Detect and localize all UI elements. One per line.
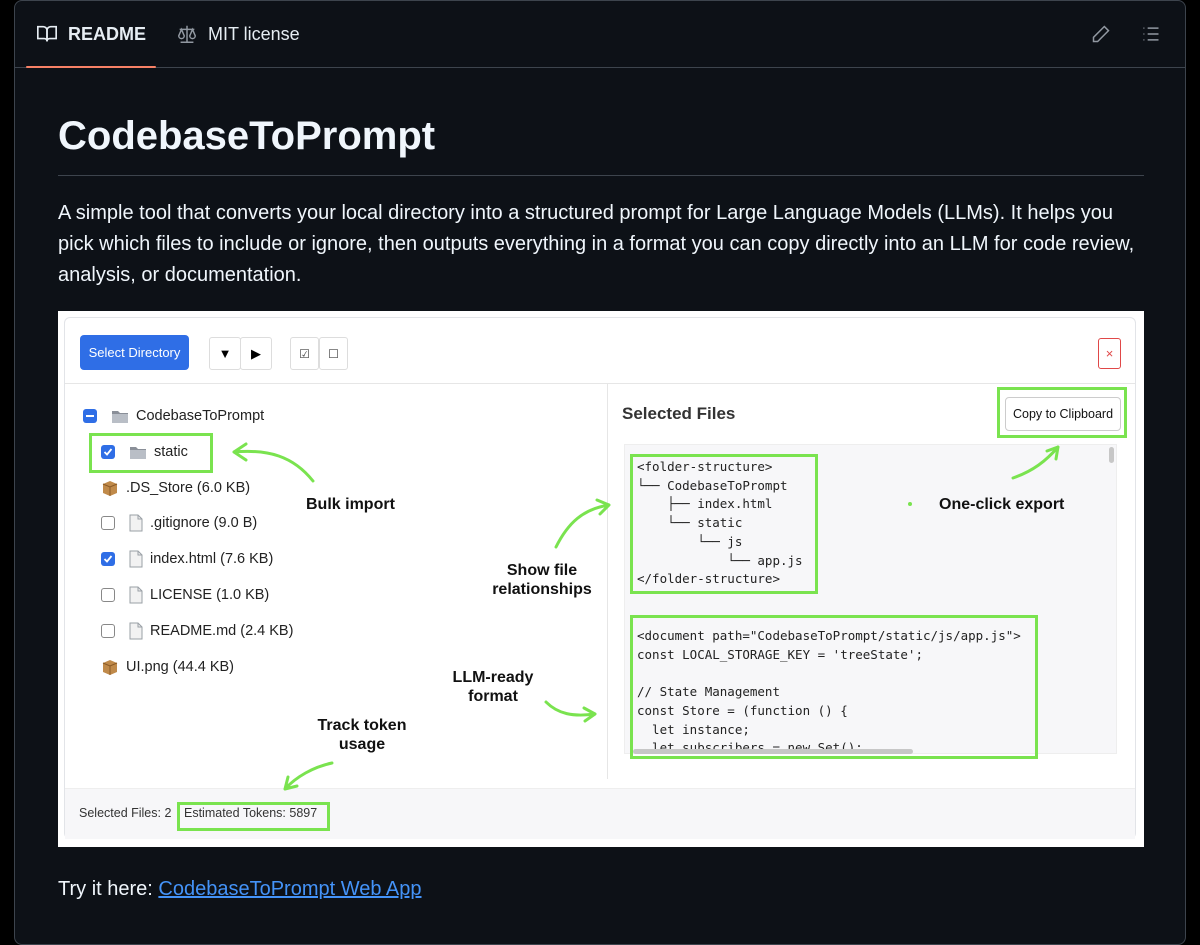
book-icon xyxy=(36,23,58,45)
tab-readme[interactable]: README xyxy=(25,1,157,68)
edit-pencil-icon[interactable] xyxy=(1090,23,1112,45)
scale-icon xyxy=(176,23,198,45)
readme-description: A simple tool that converts your local d… xyxy=(58,202,1135,286)
readme-panel: README MIT license CodebaseToPrompt A si… xyxy=(14,0,1186,945)
web-app-link[interactable]: CodebaseToPrompt Web App xyxy=(158,878,421,900)
arrow-show-file xyxy=(554,498,611,549)
readme-title: CodebaseToPrompt xyxy=(58,111,1144,176)
tab-license[interactable]: MIT license xyxy=(176,1,300,67)
arrow-track-token xyxy=(283,761,334,791)
tab-bar: README MIT license xyxy=(15,1,1185,68)
tab-readme-label: README xyxy=(68,23,147,44)
readme-content: CodebaseToPrompt A simple tool that conv… xyxy=(58,67,1144,900)
outline-list-icon[interactable] xyxy=(1140,23,1162,45)
arrow-llm-ready xyxy=(544,700,597,723)
app-screenshot: Select Directory ▼ ▶ ☑ ☐ × CodebaseToPro… xyxy=(58,311,1144,847)
tab-license-label: MIT license xyxy=(208,23,300,44)
try-it-line: Try it here: CodebaseToPrompt Web App xyxy=(58,878,422,901)
arrow-one-click xyxy=(1011,445,1060,480)
annotation-arrows xyxy=(232,442,1060,791)
try-it-prefix: Try it here: xyxy=(58,878,159,900)
arrow-bulk-import xyxy=(232,442,315,483)
